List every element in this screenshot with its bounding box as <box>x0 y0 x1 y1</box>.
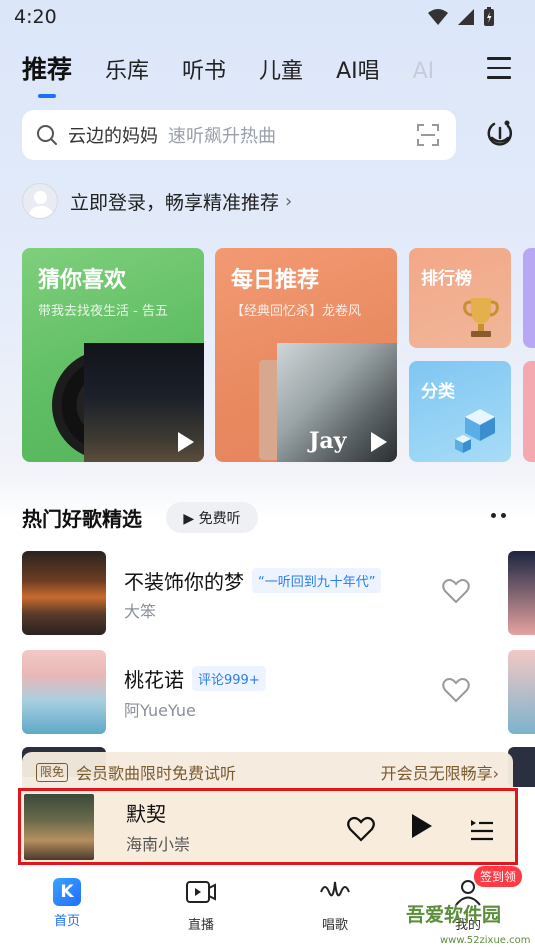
play-icon[interactable] <box>371 432 387 452</box>
status-icons <box>427 7 495 27</box>
top-tabs: 推荐 乐库 听书 儿童 AI唱 AI <box>22 50 492 98</box>
signal-icon <box>458 9 474 25</box>
album-title-text: Jay <box>309 428 347 454</box>
cubes-icon <box>455 409 495 453</box>
trophy-icon <box>463 298 499 337</box>
mini-player[interactable]: 默契 海南小崇 <box>18 788 518 865</box>
tab-kids[interactable]: 儿童 <box>259 53 303 85</box>
song-title: 不装饰你的梦 <box>124 570 244 594</box>
song-title: 桃花诺 <box>124 668 184 692</box>
card-categories-title: 分类 <box>421 382 455 402</box>
playlist-icon[interactable] <box>469 818 495 842</box>
tab-ai-sing[interactable]: AI唱 <box>336 53 380 85</box>
search-icon <box>37 125 57 145</box>
watermark: 吾爱软件园 <box>406 904 502 926</box>
card-partial-right-top[interactable] <box>523 248 535 348</box>
live-icon <box>186 881 216 903</box>
card-categories[interactable]: 分类 <box>409 361 511 462</box>
player-artist: 海南小崇 <box>126 835 191 854</box>
search-hint: 速听飙升热曲 <box>168 126 276 147</box>
song-title-row[interactable]: 不装饰你的梦 “一听回到九十年代” <box>124 566 382 595</box>
card-charts-title: 排行榜 <box>421 269 472 289</box>
vip-promo-bar[interactable]: 限免 会员歌曲限时免费试听 开会员无限畅享› <box>22 752 513 792</box>
song-cover-partial[interactable] <box>508 551 535 635</box>
section-title: 热门好歌精选 <box>22 507 142 531</box>
scan-icon[interactable] <box>416 123 440 147</box>
vip-text: 会员歌曲限时免费试听 <box>76 764 237 783</box>
heart-icon[interactable] <box>442 677 470 703</box>
avatar-icon <box>22 183 58 219</box>
login-text: 立即登录，畅享精准推荐 <box>70 191 280 214</box>
song-artist: 大笨 <box>124 602 157 621</box>
player-title: 默契 <box>126 802 166 826</box>
chevron-right-icon: › <box>285 190 293 212</box>
card-guess-title: 猜你喜欢 <box>38 268 127 293</box>
heart-icon[interactable] <box>442 578 470 604</box>
sing-icon <box>320 881 350 897</box>
battery-icon <box>484 7 494 26</box>
album-cover <box>84 343 204 462</box>
card-daily-title: 每日推荐 <box>231 268 320 293</box>
vip-badge: 限免 <box>36 762 69 782</box>
card-charts[interactable]: 排行榜 <box>409 248 511 348</box>
song-cover[interactable] <box>22 650 106 734</box>
menu-icon[interactable] <box>487 57 511 79</box>
card-daily-subtitle: 【经典回忆杀】龙卷风 <box>231 304 362 319</box>
player-cover[interactable] <box>24 793 103 860</box>
song-artist: 阿YueYue <box>124 701 196 720</box>
tab-recommend[interactable]: 推荐 <box>22 50 72 98</box>
vip-cta-link[interactable]: 开会员无限畅享› <box>381 760 499 784</box>
tab-library[interactable]: 乐库 <box>105 53 149 85</box>
music-recognition-icon[interactable] <box>486 118 514 148</box>
tab-ai-overflow[interactable]: AI <box>413 59 435 84</box>
tab-audiobooks[interactable]: 听书 <box>182 53 226 85</box>
nav-sing[interactable]: 唱歌 <box>300 878 370 933</box>
sign-in-badge[interactable]: 签到领 <box>474 866 523 887</box>
nav-live-label: 直播 <box>187 918 214 933</box>
play-icon[interactable] <box>412 814 432 838</box>
watermark-url: www.52zixue.com <box>440 935 531 946</box>
search-query: 云边的妈妈 <box>68 126 158 147</box>
search-bar[interactable]: 云边的妈妈 速听飙升热曲 <box>22 110 456 160</box>
play-icon[interactable] <box>178 432 194 452</box>
login-prompt[interactable]: 立即登录，畅享精准推荐 › <box>22 183 292 219</box>
card-guess-you-like[interactable]: 猜你喜欢 带我去找夜生活 - 告五 <box>22 248 204 462</box>
status-time: 4:20 <box>14 6 57 28</box>
home-icon: K <box>53 878 81 906</box>
free-listen-button[interactable]: ▶ 免费听 <box>166 502 258 533</box>
song-tag: “一听回到九十年代” <box>252 568 382 593</box>
wifi-icon <box>428 9 448 25</box>
song-cover[interactable] <box>22 551 106 635</box>
song-cover-partial[interactable] <box>508 650 535 734</box>
nav-home[interactable]: K 首页 <box>32 878 102 929</box>
player-info[interactable]: 默契 海南小崇 <box>126 798 190 855</box>
song-title-row[interactable]: 桃花诺 评论999+ <box>124 664 266 693</box>
card-partial-right-bottom[interactable] <box>523 361 535 462</box>
card-daily-recommend[interactable]: 每日推荐 【经典回忆杀】龙卷风 Jay <box>215 248 397 462</box>
heart-icon[interactable] <box>347 816 375 842</box>
more-icon[interactable] <box>491 513 506 518</box>
album-cover: Jay <box>277 343 397 462</box>
nav-live[interactable]: 直播 <box>166 878 236 933</box>
nav-sing-label: 唱歌 <box>321 918 348 933</box>
card-guess-subtitle: 带我去找夜生活 - 告五 <box>38 304 168 319</box>
nav-home-label: 首页 <box>53 914 80 929</box>
song-tag: 评论999+ <box>192 666 266 691</box>
